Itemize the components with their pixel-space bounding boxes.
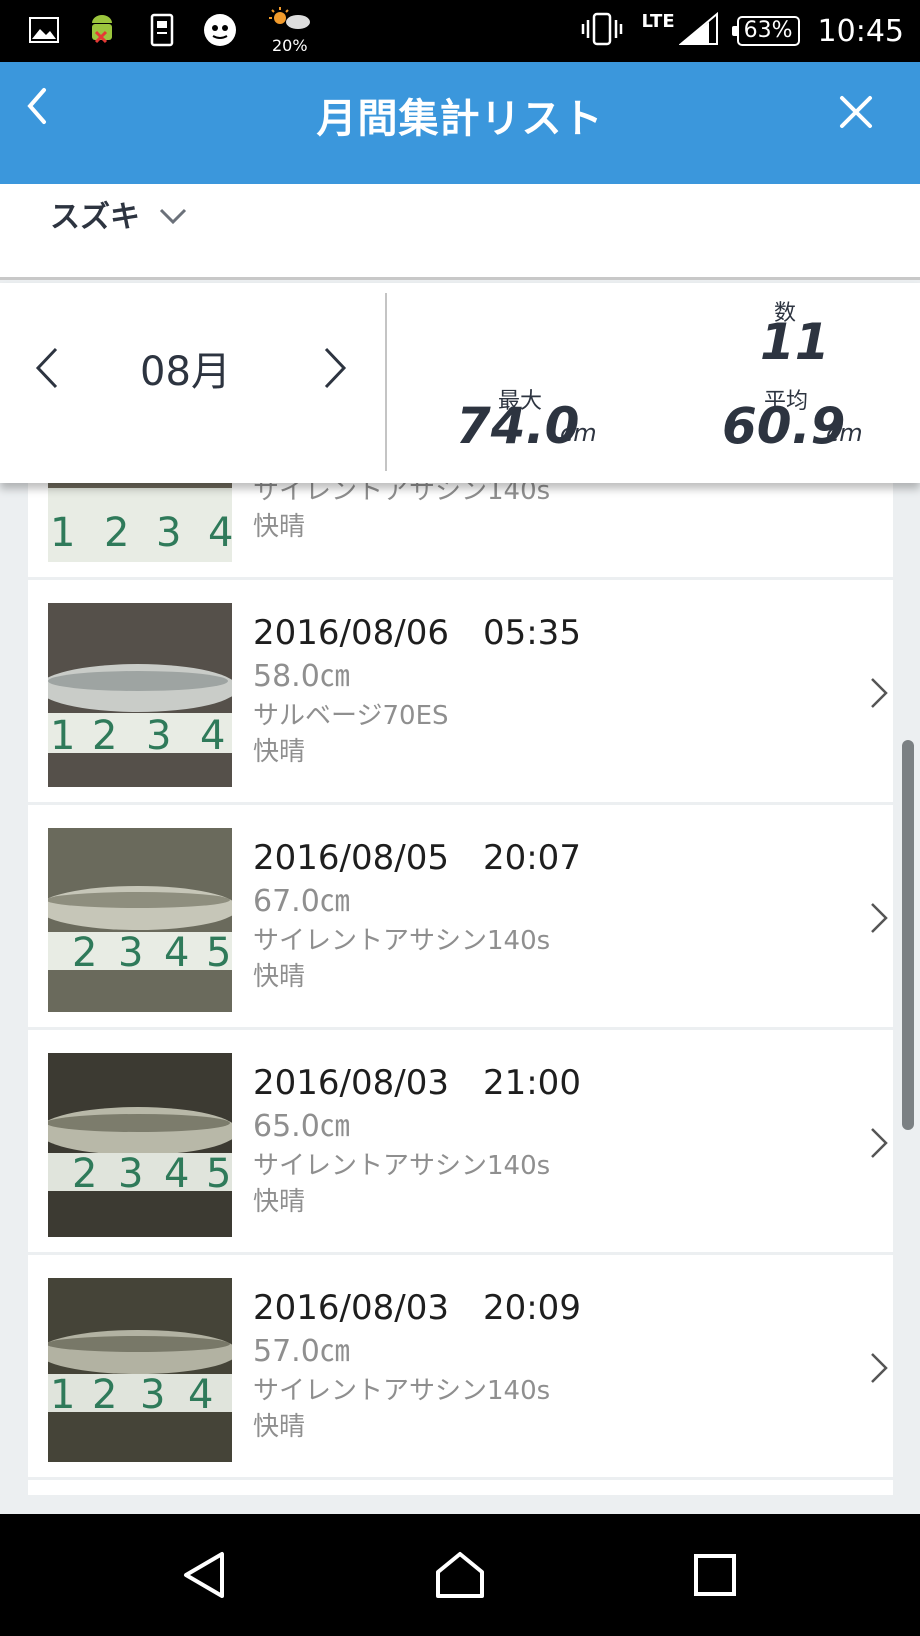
weather: 快晴 (253, 1412, 306, 1442)
prev-month-button[interactable] (32, 343, 68, 403)
catch-photo: 1234 (48, 1278, 232, 1462)
clock: 10:45 (817, 13, 904, 49)
svg-text:2: 2 (92, 713, 117, 759)
svg-text:3: 3 (156, 510, 181, 556)
svg-text:3: 3 (118, 930, 143, 976)
species-selector[interactable]: スズキ (0, 184, 920, 280)
catch-datetime: 2016/08/03 20:09 (253, 1288, 581, 1328)
species-label: スズキ (50, 200, 140, 235)
svg-text:2: 2 (72, 1151, 97, 1197)
sim-card-icon (144, 12, 180, 48)
close-button[interactable] (838, 94, 878, 134)
catch-datetime: 2016/08/03 21:00 (253, 1063, 581, 1103)
app-header: 月間集計リスト (0, 62, 920, 184)
nav-home-button[interactable] (410, 1514, 510, 1636)
next-month-button[interactable] (320, 343, 356, 403)
chevron-right-icon (871, 903, 888, 933)
count-value: 11 (760, 313, 830, 371)
weather: 快晴 (253, 512, 306, 542)
svg-text:4: 4 (208, 510, 232, 556)
weather-percent: 20% (272, 36, 308, 55)
list-item[interactable]: 1234 2016/08/06 05:35 58.0㎝ サルベージ70ES 快晴 (28, 583, 893, 805)
status-bar: 20% LTE 63% 10:45 (0, 0, 920, 62)
svg-text:5: 5 (206, 930, 231, 976)
lure-name: サルベージ70ES (253, 701, 449, 731)
catch-datetime: 2016/08/05 20:07 (253, 838, 581, 878)
records-list: 1234 サイレントアサシン140s 快晴 1234 2016/08/06 05… (28, 420, 893, 1495)
svg-text:4: 4 (200, 713, 225, 759)
list-item[interactable]: 2345 2016/08/05 20:07 67.0㎝ サイレントアサシン140… (28, 808, 893, 1030)
weather: 快晴 (253, 962, 306, 992)
catch-length: 65.0㎝ (253, 1109, 350, 1144)
gallery-icon (26, 12, 62, 48)
chevron-left-icon (35, 347, 58, 389)
scrollbar[interactable] (902, 740, 914, 1130)
svg-text:2: 2 (92, 1372, 117, 1418)
vibrate-icon (580, 12, 624, 50)
svg-text:3: 3 (118, 1151, 143, 1197)
svg-text:3: 3 (146, 713, 171, 759)
android-debug-icon (84, 12, 120, 48)
svg-text:4: 4 (188, 1372, 213, 1418)
svg-text:1: 1 (50, 510, 75, 556)
back-triangle-icon (184, 1552, 224, 1598)
svg-text:3: 3 (140, 1372, 165, 1418)
avg-unit: cm (826, 419, 863, 447)
weather-icon: 20% (268, 6, 316, 56)
current-month: 08月 (140, 349, 231, 395)
chevron-right-icon (871, 1353, 888, 1383)
battery-indicator: 63% (731, 16, 800, 46)
catch-length: 67.0㎝ (253, 884, 350, 919)
weather: 快晴 (253, 737, 306, 767)
svg-text:2: 2 (72, 930, 97, 976)
svg-text:2: 2 (104, 510, 129, 556)
divider (385, 293, 387, 471)
svg-text:4: 4 (164, 1151, 189, 1197)
nav-back-button[interactable] (155, 1514, 255, 1636)
chevron-down-icon (159, 208, 187, 225)
lure-name: サイレントアサシン140s (253, 926, 551, 956)
max-unit: cm (560, 419, 597, 447)
catch-length: 58.0㎝ (253, 659, 350, 694)
chevron-right-icon (871, 1128, 888, 1158)
navigation-bar (0, 1514, 920, 1636)
catch-photo: 2345 (48, 828, 232, 1012)
svg-text:5: 5 (206, 1151, 231, 1197)
lure-name: サイレントアサシン140s (253, 1376, 551, 1406)
catch-length: 57.0㎝ (253, 1334, 350, 1369)
nav-recents-button[interactable] (665, 1514, 765, 1636)
svg-text:1: 1 (50, 1372, 75, 1418)
chevron-right-icon (871, 678, 888, 708)
svg-text:4: 4 (164, 930, 189, 976)
list-item[interactable]: 1234 2016/08/03 20:09 57.0㎝ サイレントアサシン140… (28, 1258, 893, 1480)
shield-app-icon (202, 12, 238, 48)
summary-panel: 08月 数 11 最大 74.0 cm 平均 60.9 cm (0, 283, 920, 483)
signal-icon (677, 11, 719, 50)
catch-datetime: 2016/08/06 05:35 (253, 613, 581, 653)
home-icon (436, 1552, 484, 1598)
catch-photo: 2345 (48, 1053, 232, 1237)
page-title: 月間集計リスト (316, 96, 604, 142)
svg-text:1: 1 (50, 713, 75, 759)
close-icon (840, 96, 872, 128)
recents-square-icon (694, 1554, 736, 1596)
lure-name: サイレントアサシン140s (253, 1151, 551, 1181)
chevron-right-icon (324, 347, 347, 389)
weather: 快晴 (253, 1187, 306, 1217)
list-item[interactable]: 2345 2016/08/03 21:00 65.0㎝ サイレントアサシン140… (28, 1033, 893, 1255)
network-type: LTE (641, 10, 675, 32)
catch-photo: 1234 (48, 603, 232, 787)
